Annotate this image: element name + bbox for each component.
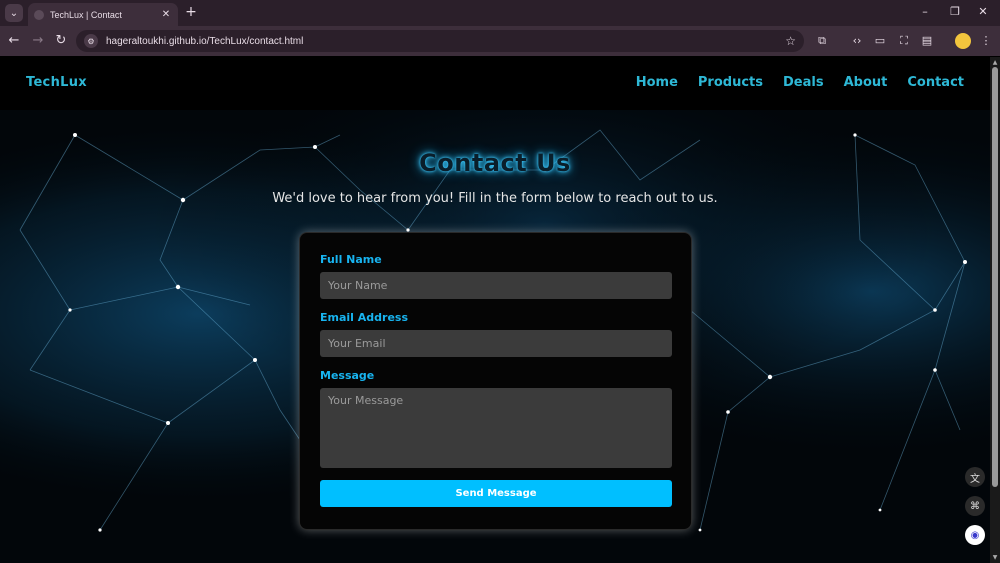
reading-mode-icon[interactable]: ▭	[873, 34, 887, 48]
translate-icon[interactable]: 文	[965, 467, 985, 487]
browser-tabstrip: ⌄ TechLux | Contact ✕ + – ❐ ✕	[0, 0, 1000, 26]
message-label: Message	[320, 369, 375, 382]
nav-link-contact[interactable]: Contact	[907, 75, 964, 90]
back-arrow-icon[interactable]: ←	[6, 33, 22, 49]
full-name-input[interactable]	[320, 272, 672, 299]
web-page: TechLux Home Products Deals About Contac…	[0, 57, 990, 563]
devtools-code-icon[interactable]: ‹›	[850, 34, 864, 48]
email-input[interactable]	[320, 330, 672, 357]
extensions-puzzle-icon[interactable]: ⧉	[815, 34, 829, 48]
tab-search-chevron-down-icon[interactable]: ⌄	[5, 4, 23, 22]
translate-page-icon[interactable]: ⛶	[897, 34, 911, 48]
nav-link-home[interactable]: Home	[636, 75, 678, 90]
grid-icon[interactable]: ⌘	[965, 496, 985, 516]
assistant-icon[interactable]: ◉	[965, 525, 985, 545]
nav-links: Home Products Deals About Contact	[636, 75, 964, 90]
page-scrollbar[interactable]: ▲ ▼	[990, 57, 1000, 563]
full-name-label: Full Name	[320, 253, 382, 266]
email-label: Email Address	[320, 311, 409, 324]
scroll-up-arrow-icon[interactable]: ▲	[991, 59, 999, 66]
send-message-button[interactable]: Send Message	[320, 480, 672, 507]
bookmark-star-icon[interactable]: ☆	[785, 34, 796, 48]
forward-arrow-icon[interactable]: →	[30, 33, 46, 49]
page-subtitle: We'd love to hear from you! Fill in the …	[272, 191, 718, 206]
side-panel-icon[interactable]: ▤	[920, 34, 934, 48]
address-bar[interactable]: ⚙ hageraltoukhi.github.io/TechLux/contac…	[76, 30, 804, 52]
profile-avatar[interactable]	[955, 33, 971, 49]
tab-close-icon[interactable]: ✕	[160, 9, 172, 20]
page-title: Contact Us	[419, 149, 571, 177]
browser-menu-kebab-icon[interactable]: ⋮	[979, 34, 993, 48]
maximize-icon[interactable]: ❐	[940, 4, 970, 20]
site-info-icon[interactable]: ⚙	[84, 34, 98, 48]
scroll-thumb[interactable]	[992, 67, 998, 487]
brand-logo[interactable]: TechLux	[26, 75, 87, 90]
url-text: hageraltoukhi.github.io/TechLux/contact.…	[106, 35, 304, 47]
contact-form: Full Name Email Address Message Send Mes…	[299, 232, 692, 530]
minimize-icon[interactable]: –	[910, 4, 940, 20]
nav-link-products[interactable]: Products	[698, 75, 763, 90]
browser-toolbar: ← → ↻ ⚙ hageraltoukhi.github.io/TechLux/…	[0, 26, 1000, 56]
browser-tab-active[interactable]: TechLux | Contact ✕	[28, 3, 178, 26]
message-textarea[interactable]	[320, 388, 672, 468]
nav-link-about[interactable]: About	[844, 75, 888, 90]
tab-title: TechLux | Contact	[50, 9, 122, 20]
scroll-down-arrow-icon[interactable]: ▼	[991, 554, 999, 561]
nav-link-deals[interactable]: Deals	[783, 75, 824, 90]
window-close-icon[interactable]: ✕	[968, 4, 998, 20]
site-navbar: TechLux Home Products Deals About Contac…	[0, 57, 990, 110]
tab-favicon-icon	[34, 9, 44, 20]
reload-icon[interactable]: ↻	[53, 33, 69, 49]
new-tab-plus-icon[interactable]: +	[183, 4, 199, 20]
